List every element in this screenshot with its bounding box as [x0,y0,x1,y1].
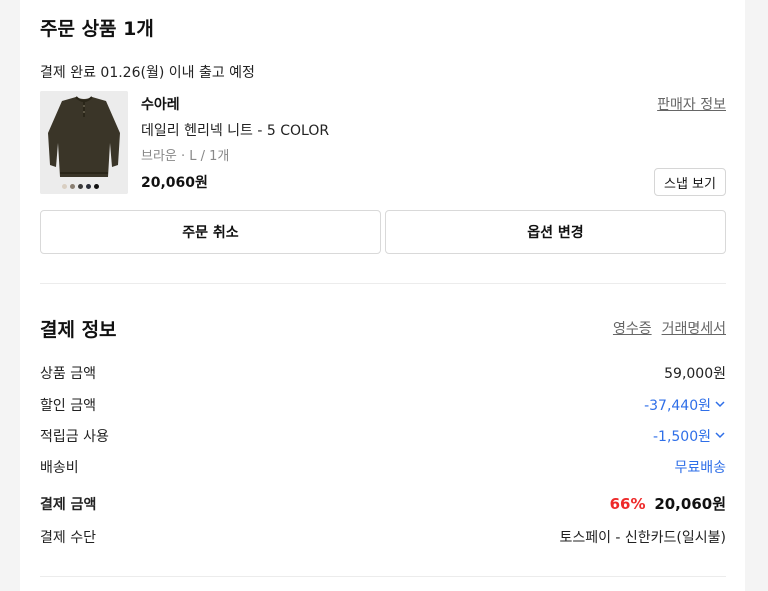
color-swatches [62,184,99,189]
points-value: -1,500원 [652,429,711,445]
swatch-1 [62,184,67,189]
total-label: 결제 금액 [40,497,97,513]
product-amount-value: 59,000원 [664,366,726,382]
points-label: 적립금 사용 [40,429,109,445]
receipt-link[interactable]: 영수증 [613,318,652,338]
product-price: 20,060원 [141,175,208,191]
discount-toggle[interactable]: -37,440원 [644,395,726,415]
shipping-fee-label: 배송비 [40,460,79,476]
section-divider [40,283,726,284]
swatch-5 [94,184,99,189]
discount-label: 할인 금액 [40,398,96,414]
shipping-note: 결제 완료 01.26(월) 이내 출고 예정 [40,65,255,81]
payment-title: 결제 정보 [40,319,117,341]
swatch-2 [70,184,75,189]
seller-info-link[interactable]: 판매자 정보 [657,94,726,114]
product-amount-label: 상품 금액 [40,366,96,382]
product-thumbnail[interactable] [40,91,128,194]
product-brand[interactable]: 수아레 [141,94,180,114]
shipping-fee-value: 무료배송 [674,460,726,476]
sweater-image [40,91,128,194]
order-items-title: 주문 상품 1개 [40,18,154,40]
discount-value: -37,440원 [644,398,711,414]
discount-rate: 66% [609,495,646,513]
order-detail-card: 주문 상품 1개 결제 완료 01.26(월) 이내 출고 예정 수아레 데일리… [20,0,745,591]
bottom-divider [40,576,726,577]
swatch-4 [86,184,91,189]
statement-link[interactable]: 거래명세서 [662,318,726,338]
chevron-down-icon [714,398,726,414]
payment-method-value: 토스페이 - 신한카드(일시불) [559,530,726,546]
chevron-down-icon [714,429,726,445]
change-option-button[interactable]: 옵션 변경 [385,210,726,254]
cancel-order-button[interactable]: 주문 취소 [40,210,381,254]
snap-view-button[interactable]: 스냅 보기 [654,168,726,196]
points-toggle[interactable]: -1,500원 [653,426,726,446]
swatch-3 [78,184,83,189]
payment-method-label: 결제 수단 [40,530,96,546]
product-name[interactable]: 데일리 헨리넥 니트 - 5 COLOR [141,120,329,140]
total-value: 20,060원 [654,495,726,513]
product-option: 브라운 · L / 1개 [141,149,230,164]
total-amount: 66% 20,060원 [610,493,726,514]
payment-doc-links: 영수증 거래명세서 [613,318,726,338]
